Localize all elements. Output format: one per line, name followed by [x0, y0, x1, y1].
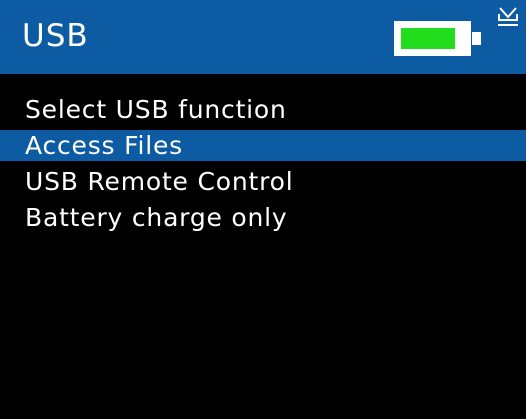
battery-body — [394, 21, 471, 56]
usb-connected-icon — [498, 7, 518, 26]
battery-tip — [472, 32, 481, 45]
page-title: USB — [22, 18, 89, 54]
usb-function-menu: Select USB function Access Files USB Rem… — [0, 92, 526, 236]
battery-icon — [394, 21, 482, 56]
menu-item-usb-remote-control[interactable]: USB Remote Control — [0, 164, 526, 200]
battery-level-fill — [401, 28, 455, 49]
usb-screen: USB Select USB function Access Files USB… — [0, 0, 526, 419]
header-bar: USB — [0, 0, 526, 74]
menu-prompt: Select USB function — [25, 95, 287, 124]
menu-item-access-files[interactable]: Access Files — [0, 130, 526, 161]
menu-item-battery-charge-only[interactable]: Battery charge only — [0, 200, 526, 236]
